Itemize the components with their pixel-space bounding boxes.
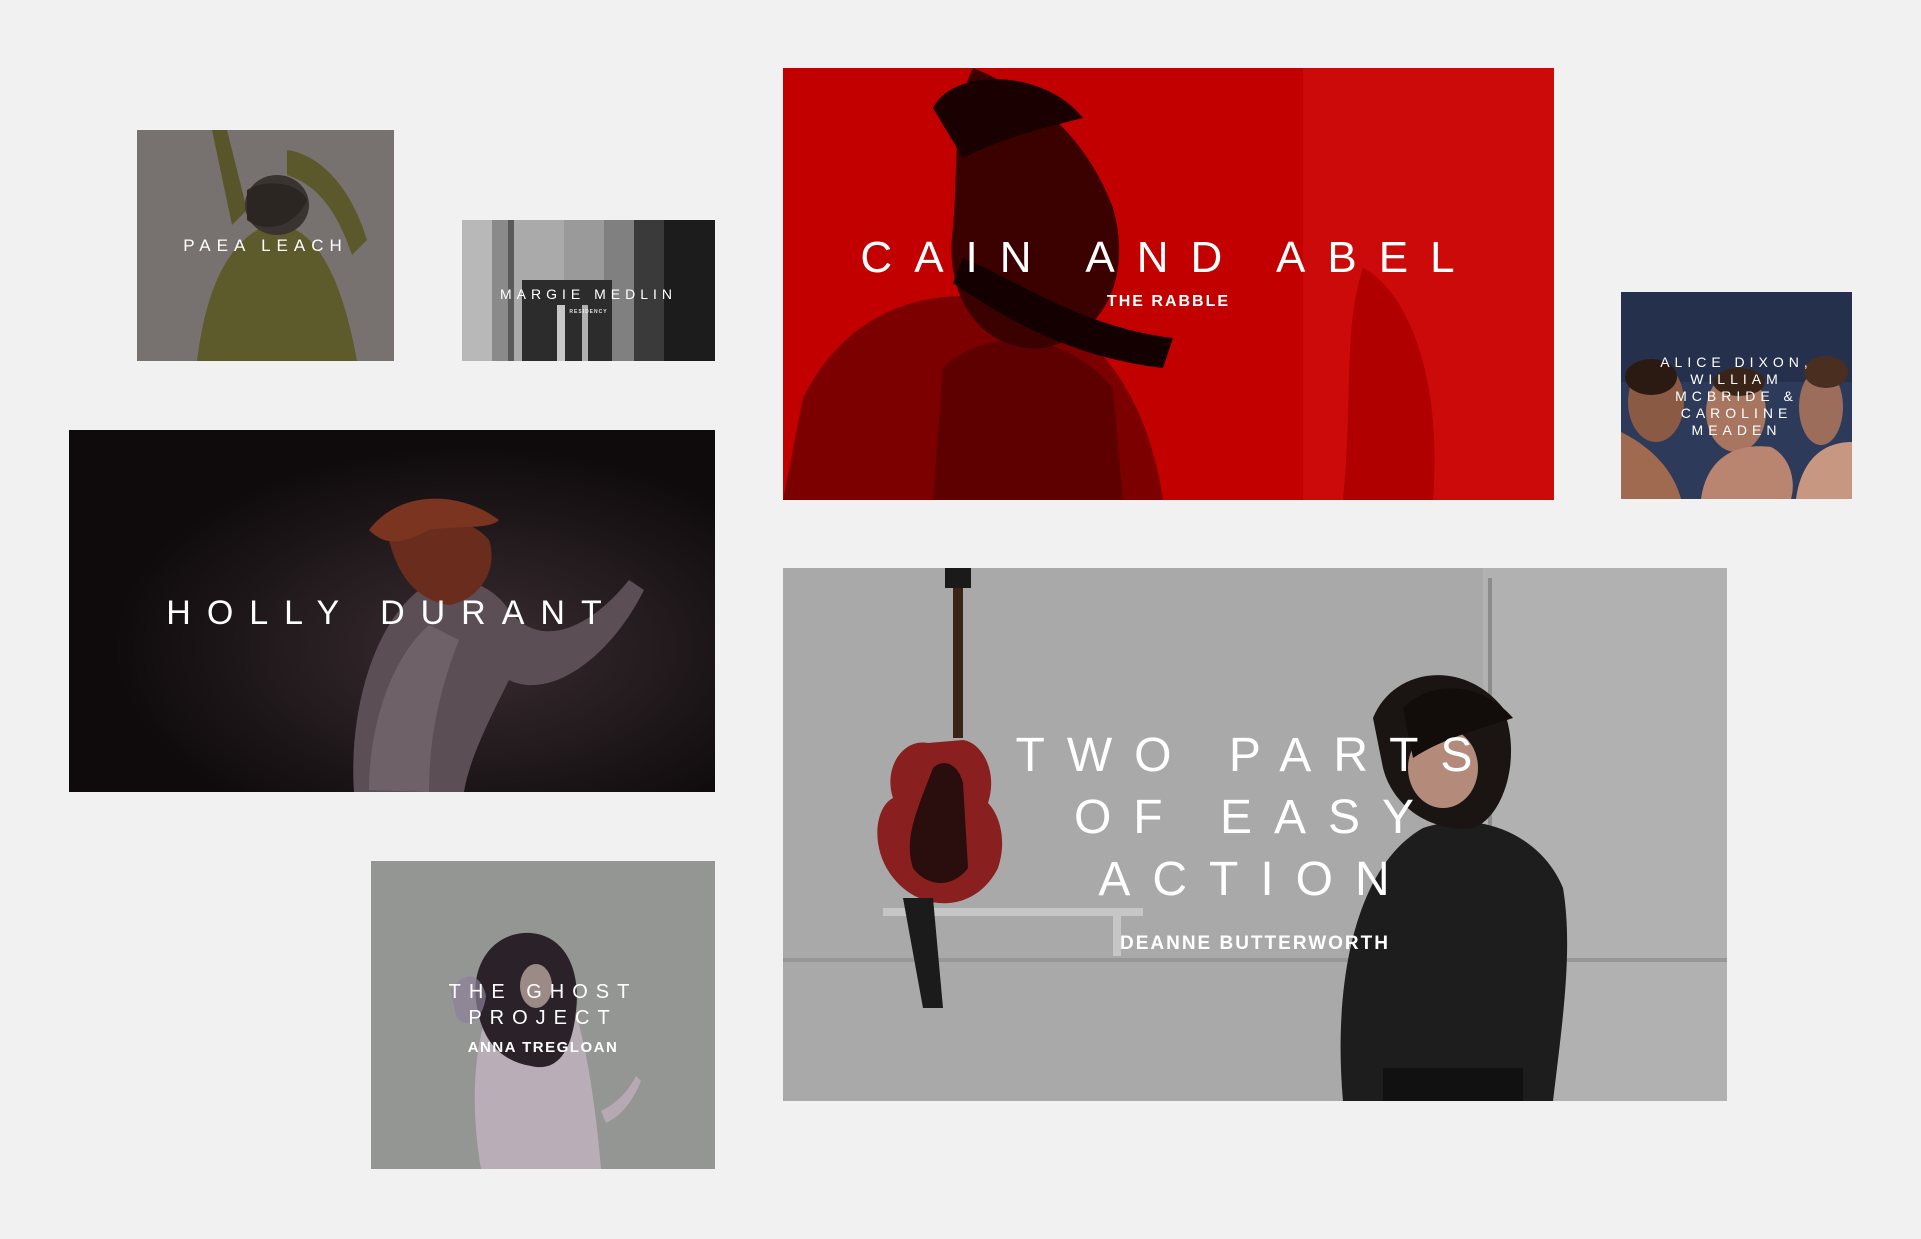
project-title: CAIN AND ABEL — [860, 233, 1477, 282]
project-card-cain-and-abel[interactable]: CAIN AND ABEL THE RABBLE — [783, 68, 1554, 500]
project-subtitle: RESIDENCY — [569, 309, 608, 315]
project-caption: THE GHOST PROJECT ANNA TREGLOAN — [371, 861, 715, 1169]
project-card-paea-leach[interactable]: PAEA LEACH — [137, 130, 394, 361]
project-card-holly-durant[interactable]: HOLLY DURANT — [69, 430, 715, 792]
project-card-alice-dixon[interactable]: ALICE DIXON, WILLIAM MCBRIDE & CAROLINE … — [1621, 292, 1852, 499]
project-title: THE GHOST PROJECT — [448, 980, 638, 1029]
project-caption: ALICE DIXON, WILLIAM MCBRIDE & CAROLINE … — [1621, 292, 1852, 499]
project-caption: HOLLY DURANT — [69, 430, 715, 792]
project-caption: CAIN AND ABEL THE RABBLE — [783, 68, 1554, 500]
project-caption: MARGIE MEDLIN RESIDENCY — [462, 220, 715, 361]
project-caption: TWO PARTS OF EASY ACTION DEANNE BUTTERWO… — [783, 568, 1727, 1101]
project-subtitle: THE RABBLE — [1106, 293, 1231, 310]
project-subtitle: DEANNE BUTTERWORTH — [1120, 932, 1390, 954]
project-title: ALICE DIXON, WILLIAM MCBRIDE & CAROLINE … — [1660, 354, 1813, 438]
project-title: PAEA LEACH — [183, 235, 348, 255]
project-caption: PAEA LEACH — [137, 130, 394, 361]
portfolio-page: { "projects": [ { "id": "paea", "title":… — [0, 0, 1921, 1239]
project-subtitle: ANNA TREGLOAN — [467, 1038, 619, 1056]
project-card-margie-medlin[interactable]: MARGIE MEDLIN RESIDENCY — [462, 220, 715, 361]
project-title: MARGIE MEDLIN — [499, 286, 677, 302]
project-title: TWO PARTS OF EASY ACTION — [1015, 728, 1495, 906]
project-title: HOLLY DURANT — [166, 593, 618, 632]
project-card-the-ghost-project[interactable]: THE GHOST PROJECT ANNA TREGLOAN — [371, 861, 715, 1169]
project-card-two-parts-of-easy-action[interactable]: TWO PARTS OF EASY ACTION DEANNE BUTTERWO… — [783, 568, 1727, 1101]
